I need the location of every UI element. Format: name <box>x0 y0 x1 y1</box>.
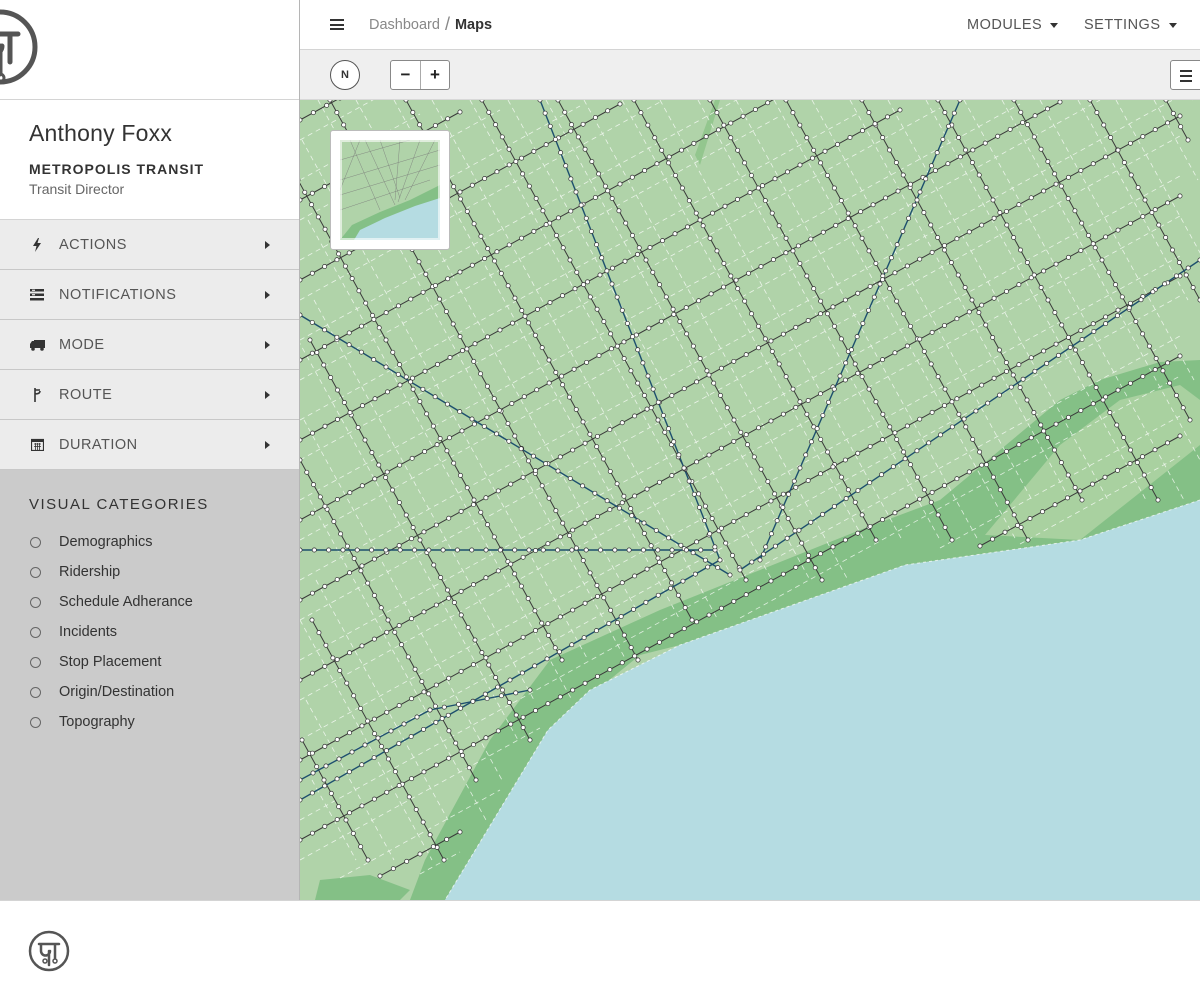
brand-logo-icon <box>28 930 70 972</box>
sidebar: Anthony Foxx METROPOLIS TRANSIT Transit … <box>0 0 300 900</box>
route-icon <box>29 387 45 403</box>
menu-item-duration[interactable]: DURATION <box>0 420 299 470</box>
category-schedule-adherance[interactable]: Schedule Adherance <box>29 587 270 617</box>
breadcrumb-dashboard[interactable]: Dashboard <box>369 17 440 33</box>
settings-dropdown[interactable]: SETTINGS <box>1084 17 1177 33</box>
top-bar: Dashboard / Maps MODULES SETTINGS <box>300 0 1200 50</box>
radio-button[interactable] <box>30 716 41 728</box>
caret-right-icon <box>265 390 270 399</box>
caret-right-icon <box>265 340 270 349</box>
caret-down-icon <box>1168 22 1177 28</box>
zoom-out-button[interactable]: − <box>391 61 420 89</box>
menu-item-label: ACTIONS <box>59 236 127 253</box>
caret-down-icon <box>1050 22 1059 28</box>
category-topography[interactable]: Topography <box>29 707 270 737</box>
modules-dropdown[interactable]: MODULES <box>967 17 1059 33</box>
settings-label: SETTINGS <box>1084 17 1161 33</box>
radio-button[interactable] <box>30 566 41 578</box>
category-label: Stop Placement <box>59 654 162 670</box>
menu-item-label: DURATION <box>59 436 138 453</box>
menu-item-actions[interactable]: ACTIONS <box>0 220 299 270</box>
zoom-control: − + <box>390 60 450 90</box>
category-origin-destination[interactable]: Origin/Destination <box>29 677 270 707</box>
radio-button[interactable] <box>30 626 41 638</box>
menu-item-label: ROUTE <box>59 386 113 403</box>
footer <box>0 900 1200 1000</box>
category-ridership[interactable]: Ridership <box>29 557 270 587</box>
truck-icon <box>29 337 45 353</box>
radio-button[interactable] <box>30 686 41 698</box>
caret-right-icon <box>265 290 270 299</box>
breadcrumb-separator: / <box>444 14 450 34</box>
breadcrumb-current: Maps <box>454 16 493 33</box>
menu-bar <box>1180 80 1192 82</box>
menu-bar <box>1180 70 1192 72</box>
radio-button[interactable] <box>30 536 41 548</box>
user-role: Transit Director <box>29 181 125 197</box>
category-label: Topography <box>59 714 135 730</box>
calendar-icon <box>29 437 45 453</box>
category-label: Schedule Adherance <box>59 594 193 610</box>
menu-item-route[interactable]: ROUTE <box>0 370 299 420</box>
category-label: Incidents <box>59 624 118 640</box>
zoom-in-button[interactable]: + <box>420 61 449 89</box>
organization-name: METROPOLIS TRANSIT <box>29 161 205 177</box>
layers-menu-button[interactable] <box>1170 60 1200 90</box>
category-label: Demographics <box>59 534 153 550</box>
category-stop-placement[interactable]: Stop Placement <box>29 647 270 677</box>
transit-map[interactable] <box>300 100 1200 900</box>
minimap[interactable] <box>330 130 450 250</box>
user-name: Anthony Foxx <box>29 120 173 146</box>
category-label: Ridership <box>59 564 121 580</box>
brand-logo-icon <box>0 9 38 85</box>
list-icon <box>29 287 45 303</box>
menu-item-notifications[interactable]: NOTIFICATIONS <box>0 270 299 320</box>
menu-item-label: NOTIFICATIONS <box>59 286 177 303</box>
bolt-icon <box>29 237 45 253</box>
menu-item-label: MODE <box>59 336 105 353</box>
compass-north-button[interactable]: N <box>330 60 360 90</box>
minimap-canvas <box>340 140 440 240</box>
radio-button[interactable] <box>30 596 41 608</box>
hamburger-menu-icon[interactable] <box>330 17 344 33</box>
visual-categories-panel: VISUAL CATEGORIES Demographics Ridership… <box>0 470 299 763</box>
menu-item-mode[interactable]: MODE <box>0 320 299 370</box>
menu-bar <box>1180 75 1192 77</box>
category-label: Origin/Destination <box>59 684 175 700</box>
breadcrumb: Dashboard / Maps <box>369 14 492 35</box>
modules-label: MODULES <box>967 17 1043 33</box>
user-profile: Anthony Foxx METROPOLIS TRANSIT Transit … <box>0 100 299 220</box>
category-incidents[interactable]: Incidents <box>29 617 270 647</box>
map-toolbar: N − + <box>300 50 1200 100</box>
caret-right-icon <box>265 440 270 449</box>
category-demographics[interactable]: Demographics <box>29 527 270 557</box>
visual-categories-title: VISUAL CATEGORIES <box>29 496 209 513</box>
logo-area <box>0 0 299 100</box>
sidebar-menu: ACTIONS NOTIFICATIONS MODE ROUTE DURATIO… <box>0 220 299 470</box>
radio-button[interactable] <box>30 656 41 668</box>
caret-right-icon <box>265 240 270 249</box>
